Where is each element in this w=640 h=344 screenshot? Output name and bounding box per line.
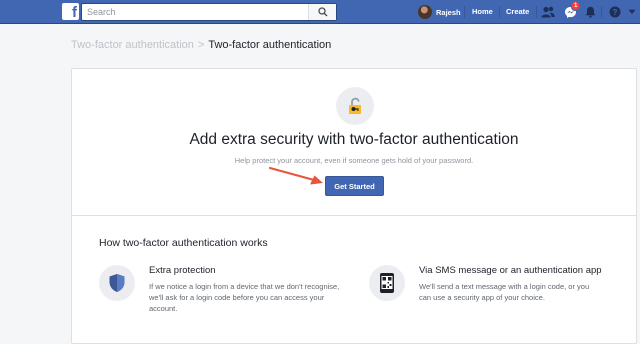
sms-app-badge <box>369 265 405 301</box>
page-title: Add extra security with two-factor authe… <box>189 131 519 148</box>
feature-description-line: we'll ask for a login code before you ca… <box>149 293 325 302</box>
get-started-button[interactable]: Get Started <box>325 176 384 196</box>
feature-title: Extra protection <box>149 265 216 276</box>
help-button[interactable]: ? <box>607 4 623 20</box>
section-divider <box>72 215 636 216</box>
friends-icon <box>541 6 555 18</box>
breadcrumb-current: Two-factor authentication <box>208 39 332 51</box>
feature-description-line: If we notice a login from a device that … <box>149 282 340 291</box>
nav-divider <box>464 6 465 18</box>
caret-down-icon <box>628 9 636 14</box>
help-icon: ? <box>609 6 621 18</box>
nav-divider <box>536 6 537 18</box>
lock-icon <box>349 97 361 114</box>
feature-description-line: account. <box>149 304 178 313</box>
shield-icon <box>109 274 125 292</box>
search-box <box>81 3 337 21</box>
breadcrumb-parent-link[interactable]: Two-factor authentication <box>71 39 194 51</box>
message-count-badge: 1 <box>571 1 581 11</box>
nav-divider <box>601 6 602 18</box>
arrow-annotation <box>268 166 323 185</box>
account-menu-button[interactable] <box>624 4 640 20</box>
logo-letter: f <box>72 4 77 21</box>
lock-badge <box>336 87 374 125</box>
feature-description: If we notice a login from a device that … <box>149 281 349 314</box>
search-input[interactable] <box>87 5 307 19</box>
how-it-works-heading: How two-factor authentication works <box>99 237 268 249</box>
feature-title: Via SMS message or an authentication app <box>419 265 602 276</box>
profile-link[interactable]: Rajesh <box>418 5 461 19</box>
notifications-button[interactable] <box>582 4 598 20</box>
facebook-logo[interactable]: f <box>62 3 79 21</box>
friend-requests-button[interactable] <box>540 4 556 20</box>
top-navigation-bar: f Rajesh Home Create 1 ? <box>0 0 640 24</box>
page-subtitle: Help protect your account, even if someo… <box>234 156 474 165</box>
search-button[interactable] <box>308 4 336 20</box>
avatar <box>418 5 432 19</box>
breadcrumb-separator: > <box>197 39 205 51</box>
messages-button[interactable]: 1 <box>562 1 581 20</box>
home-link[interactable]: Home <box>472 7 493 16</box>
extra-protection-badge <box>99 265 135 301</box>
feature-description-line: We'll send a text message with a login c… <box>419 282 590 291</box>
nav-divider <box>499 6 500 18</box>
create-link[interactable]: Create <box>506 7 529 16</box>
two-factor-card: Add extra security with two-factor authe… <box>71 68 637 344</box>
user-name: Rajesh <box>436 7 461 17</box>
phone-qr-icon <box>380 273 394 293</box>
search-icon <box>317 7 327 17</box>
breadcrumb: Two-factor authentication > Two-factor aut… <box>71 39 331 51</box>
feature-description: We'll send a text message with a login c… <box>419 281 619 303</box>
feature-description-line: can use a security app of your choice. <box>419 293 545 302</box>
bell-icon <box>585 6 595 18</box>
svg-text:?: ? <box>613 8 618 17</box>
